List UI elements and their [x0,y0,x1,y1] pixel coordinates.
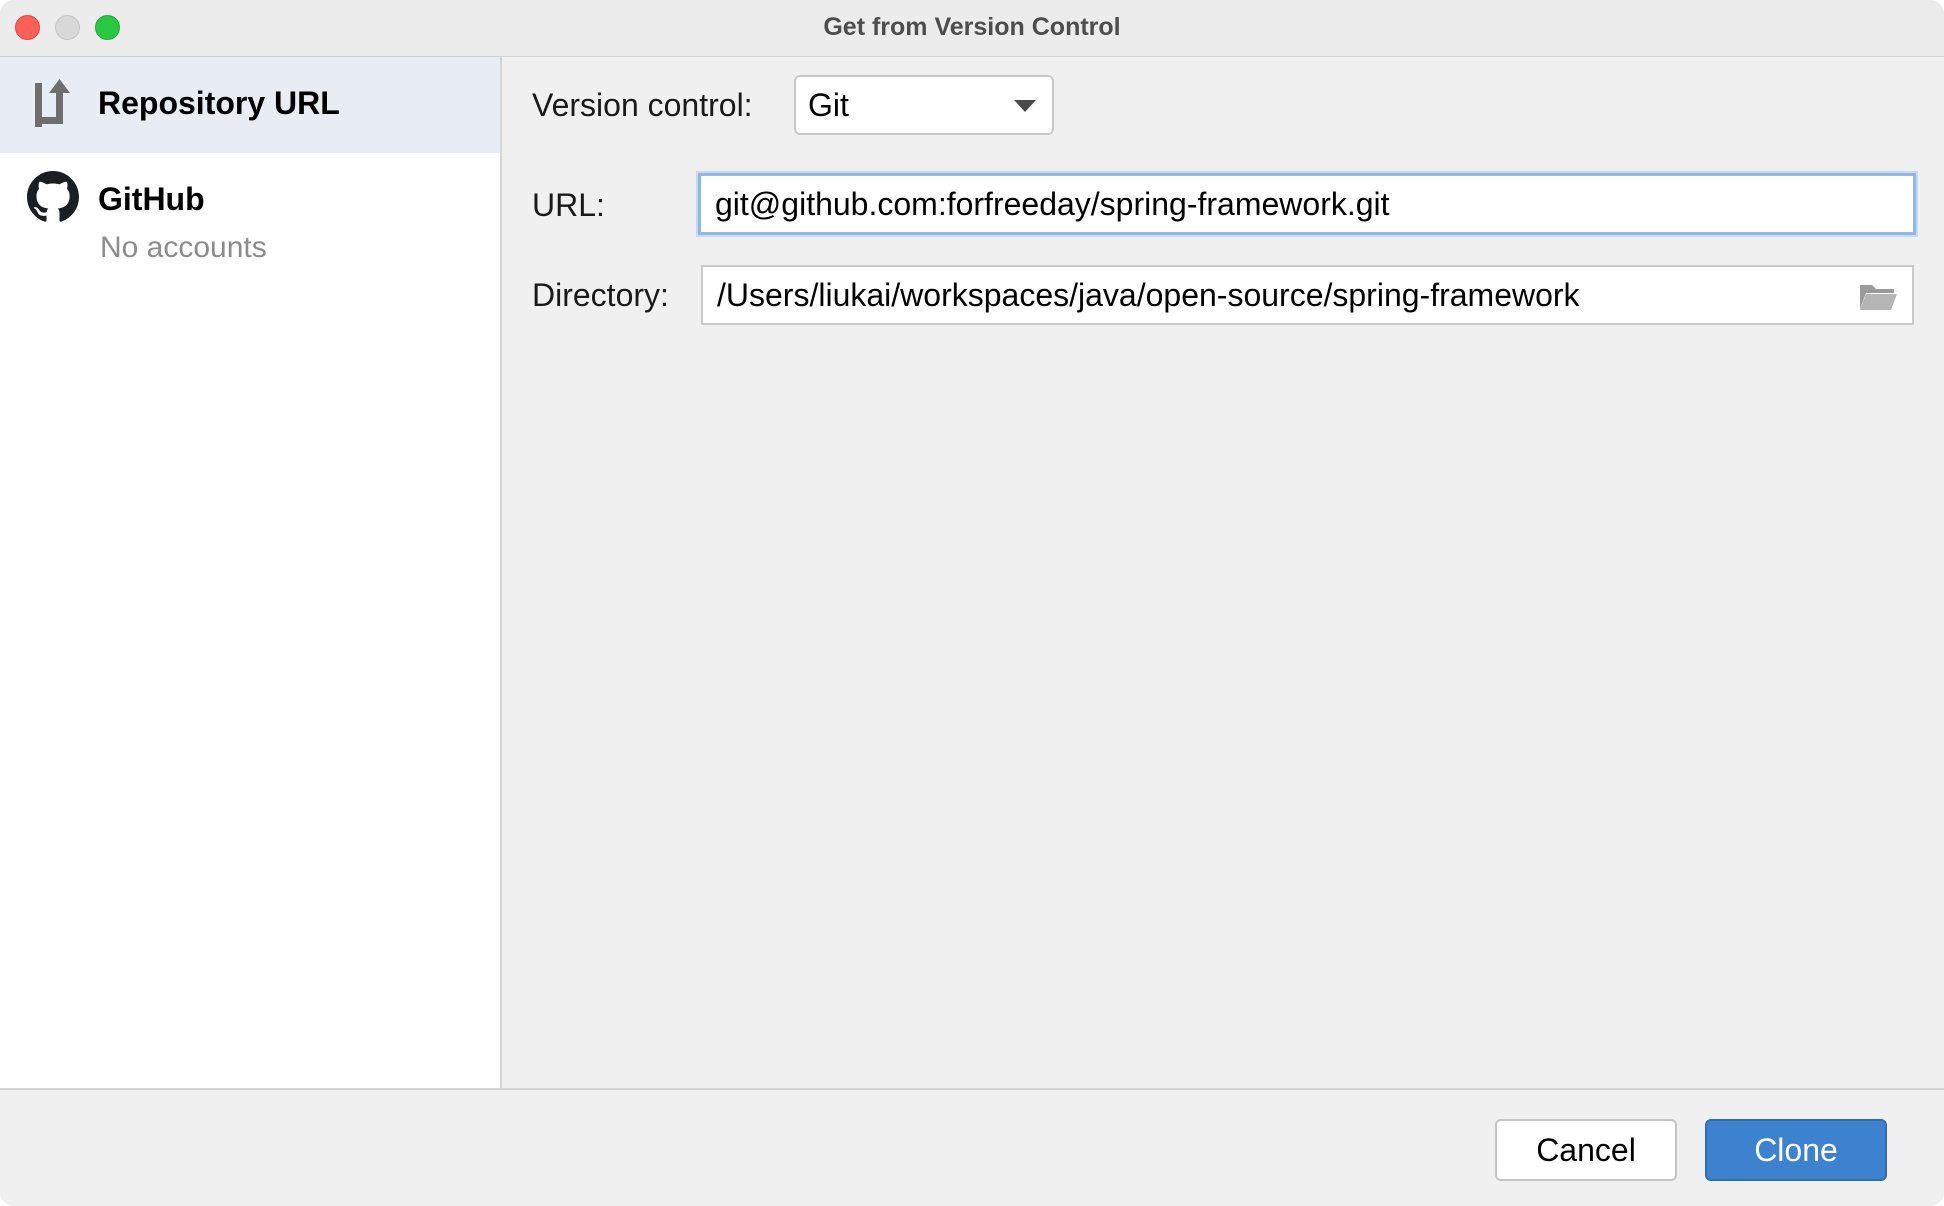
directory-label: Directory: [532,277,669,313]
repository-url-icon [30,79,76,134]
sidebar-item-label: GitHub [98,181,205,217]
version-control-label: Version control: [532,87,753,123]
chevron-down-icon [1014,100,1036,112]
url-label: URL: [532,187,605,223]
sidebar-item-github[interactable]: GitHub No accounts [0,153,500,273]
sidebar-item-repository-url[interactable]: Repository URL [0,57,500,153]
directory-input[interactable]: /Users/liukai/workspaces/java/open-sourc… [701,265,1914,325]
sidebar-item-label: Repository URL [98,85,340,121]
sidebar: Repository URL GitHub No accounts [0,57,502,1088]
github-icon [27,171,79,228]
folder-open-icon[interactable] [1858,281,1898,311]
get-from-vcs-dialog: Get from Version Control Repository URL … [0,0,1944,1206]
title-bar: Get from Version Control [0,0,1944,57]
github-accounts-status: No accounts [100,231,267,264]
version-control-dropdown[interactable]: Git [794,75,1054,135]
window-title: Get from Version Control [823,13,1121,41]
version-control-value: Git [808,87,849,123]
directory-value: /Users/liukai/workspaces/java/open-sourc… [717,277,1580,313]
url-input[interactable]: git@github.com:forfreeday/spring-framewo… [698,173,1916,235]
dialog-footer: Cancel Clone [0,1088,1944,1206]
url-value: git@github.com:forfreeday/spring-framewo… [715,186,1390,222]
clone-form: Version control: Git URL: git@github.com… [502,57,1944,1088]
cancel-button[interactable]: Cancel [1495,1119,1677,1181]
clone-button[interactable]: Clone [1705,1119,1887,1181]
